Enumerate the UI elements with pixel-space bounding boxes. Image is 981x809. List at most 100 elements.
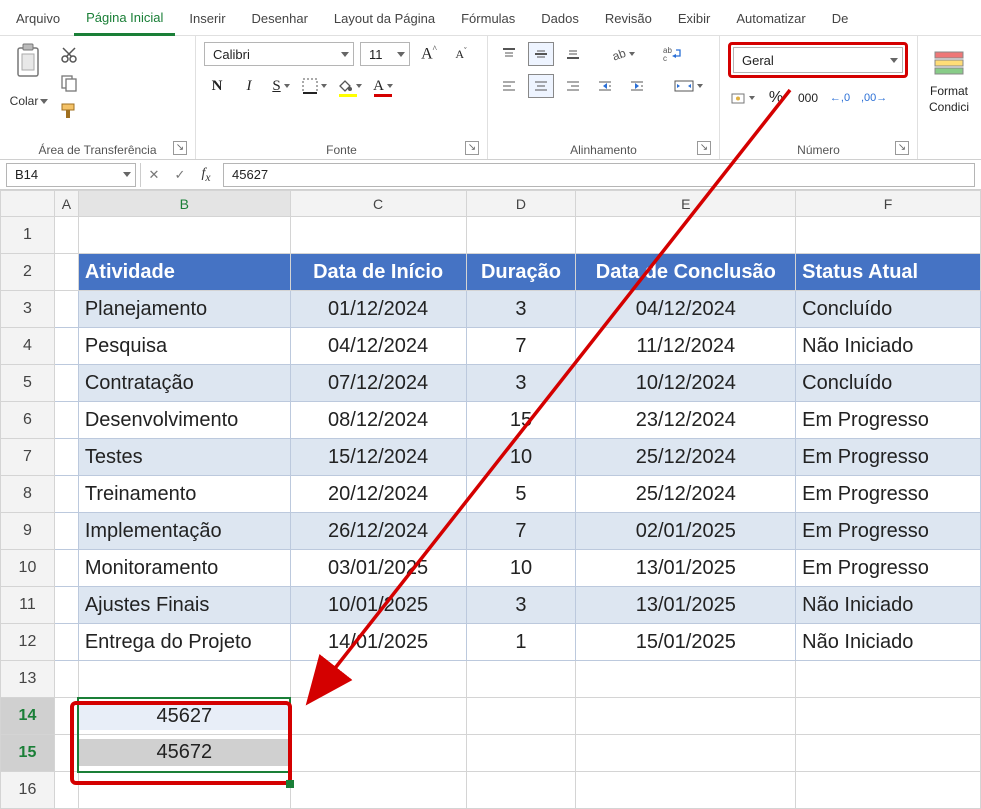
cell-D14[interactable] xyxy=(466,698,576,735)
borders-button[interactable] xyxy=(300,74,329,98)
tab-de[interactable]: De xyxy=(820,5,861,34)
cell-B10[interactable]: Monitoramento xyxy=(78,550,290,587)
tab-desenhar[interactable]: Desenhar xyxy=(240,5,320,34)
cell-C15[interactable] xyxy=(290,735,466,772)
cell-B16[interactable] xyxy=(78,772,290,809)
cell-B2[interactable]: Atividade xyxy=(78,254,290,291)
cell-B7[interactable]: Testes xyxy=(78,439,290,476)
cell-D12[interactable]: 1 xyxy=(466,624,576,661)
cell-D6[interactable]: 15 xyxy=(466,402,576,439)
cell-B15[interactable]: 45672 xyxy=(78,735,290,772)
align-middle-button[interactable] xyxy=(528,42,554,66)
cell-F1[interactable] xyxy=(796,217,981,254)
cell-C7[interactable]: 15/12/2024 xyxy=(290,439,466,476)
name-box[interactable]: B14 xyxy=(6,163,136,187)
cell-A14[interactable] xyxy=(54,698,78,735)
cell-D16[interactable] xyxy=(466,772,576,809)
cell-E10[interactable]: 13/01/2025 xyxy=(576,550,796,587)
col-head-C[interactable]: C xyxy=(290,191,466,217)
tab-p-gina-inicial[interactable]: Página Inicial xyxy=(74,4,175,36)
selection-fill-handle[interactable] xyxy=(286,780,294,788)
cell-D9[interactable]: 7 xyxy=(466,513,576,550)
cell-E16[interactable] xyxy=(576,772,796,809)
align-bottom-button[interactable] xyxy=(560,42,586,66)
cell-A10[interactable] xyxy=(54,550,78,587)
comma-style-button[interactable]: 000 xyxy=(795,86,821,110)
orientation-button[interactable]: ab xyxy=(608,42,637,66)
cell-E6[interactable]: 23/12/2024 xyxy=(576,402,796,439)
cell-C10[interactable]: 03/01/2025 xyxy=(290,550,466,587)
cell-C3[interactable]: 01/12/2024 xyxy=(290,291,466,328)
row-head-4[interactable]: 4 xyxy=(1,328,55,365)
row-head-15[interactable]: 15 xyxy=(1,735,55,772)
tab-dados[interactable]: Dados xyxy=(529,5,591,34)
cell-D4[interactable]: 7 xyxy=(466,328,576,365)
cell-E13[interactable] xyxy=(576,661,796,698)
cell-F2[interactable]: Status Atual xyxy=(796,254,981,291)
cell-E5[interactable]: 10/12/2024 xyxy=(576,365,796,402)
cell-F15[interactable] xyxy=(796,735,981,772)
cell-D1[interactable] xyxy=(466,217,576,254)
row-head-10[interactable]: 10 xyxy=(1,550,55,587)
cell-E1[interactable] xyxy=(576,217,796,254)
cell-A15[interactable] xyxy=(54,735,78,772)
col-head-D[interactable]: D xyxy=(466,191,576,217)
cell-F9[interactable]: Em Progresso xyxy=(796,513,981,550)
cell-F4[interactable]: Não Iniciado xyxy=(796,328,981,365)
cell-C11[interactable]: 10/01/2025 xyxy=(290,587,466,624)
col-head-A[interactable]: A xyxy=(54,191,78,217)
align-center-button[interactable] xyxy=(528,74,554,98)
font-color-button[interactable]: A xyxy=(370,74,396,98)
cell-F7[interactable]: Em Progresso xyxy=(796,439,981,476)
font-name-combo[interactable]: Calibri xyxy=(204,42,354,66)
bold-button[interactable]: N xyxy=(204,74,230,98)
cell-D7[interactable]: 10 xyxy=(466,439,576,476)
cell-B12[interactable]: Entrega do Projeto xyxy=(78,624,290,661)
cell-A13[interactable] xyxy=(54,661,78,698)
conditional-formatting-button[interactable]: Format Condici xyxy=(929,42,969,118)
increase-font-button[interactable]: A^ xyxy=(416,42,442,66)
tab-layout-da-p-gina[interactable]: Layout da Página xyxy=(322,5,447,34)
cell-C4[interactable]: 04/12/2024 xyxy=(290,328,466,365)
cell-C13[interactable] xyxy=(290,661,466,698)
col-head-B[interactable]: B xyxy=(78,191,290,217)
font-launcher[interactable]: ↘ xyxy=(465,141,479,155)
tab-exibir[interactable]: Exibir xyxy=(666,5,723,34)
cell-F5[interactable]: Concluído xyxy=(796,365,981,402)
cell-E4[interactable]: 11/12/2024 xyxy=(576,328,796,365)
increase-indent-button[interactable] xyxy=(624,74,650,98)
cell-E8[interactable]: 25/12/2024 xyxy=(576,476,796,513)
cell-B1[interactable] xyxy=(78,217,290,254)
copy-button[interactable] xyxy=(56,72,82,94)
select-all-corner[interactable] xyxy=(1,191,55,217)
cell-D2[interactable]: Duração xyxy=(466,254,576,291)
cell-B3[interactable]: Planejamento xyxy=(78,291,290,328)
cell-E12[interactable]: 15/01/2025 xyxy=(576,624,796,661)
cell-B14[interactable]: 45627 xyxy=(78,698,290,735)
decrease-font-button[interactable]: Aˇ xyxy=(448,42,474,66)
wrap-text-button[interactable]: abc xyxy=(659,42,685,66)
cell-A4[interactable] xyxy=(54,328,78,365)
tab-arquivo[interactable]: Arquivo xyxy=(4,5,72,34)
cell-D11[interactable]: 3 xyxy=(466,587,576,624)
align-right-button[interactable] xyxy=(560,74,586,98)
cell-C8[interactable]: 20/12/2024 xyxy=(290,476,466,513)
cell-A1[interactable] xyxy=(54,217,78,254)
align-left-button[interactable] xyxy=(496,74,522,98)
cell-C5[interactable]: 07/12/2024 xyxy=(290,365,466,402)
cell-F8[interactable]: Em Progresso xyxy=(796,476,981,513)
decrease-indent-button[interactable] xyxy=(592,74,618,98)
enter-formula-button[interactable]: ✓ xyxy=(167,163,193,187)
paste-button[interactable] xyxy=(8,42,50,94)
row-head-13[interactable]: 13 xyxy=(1,661,55,698)
cell-F6[interactable]: Em Progresso xyxy=(796,402,981,439)
increase-decimal-button[interactable]: ←,0 xyxy=(827,86,853,110)
cell-C2[interactable]: Data de Início xyxy=(290,254,466,291)
col-head-E[interactable]: E xyxy=(576,191,796,217)
cell-F13[interactable] xyxy=(796,661,981,698)
row-head-6[interactable]: 6 xyxy=(1,402,55,439)
cell-D3[interactable]: 3 xyxy=(466,291,576,328)
cell-F11[interactable]: Não Iniciado xyxy=(796,587,981,624)
tab-inserir[interactable]: Inserir xyxy=(177,5,237,34)
cell-D5[interactable]: 3 xyxy=(466,365,576,402)
